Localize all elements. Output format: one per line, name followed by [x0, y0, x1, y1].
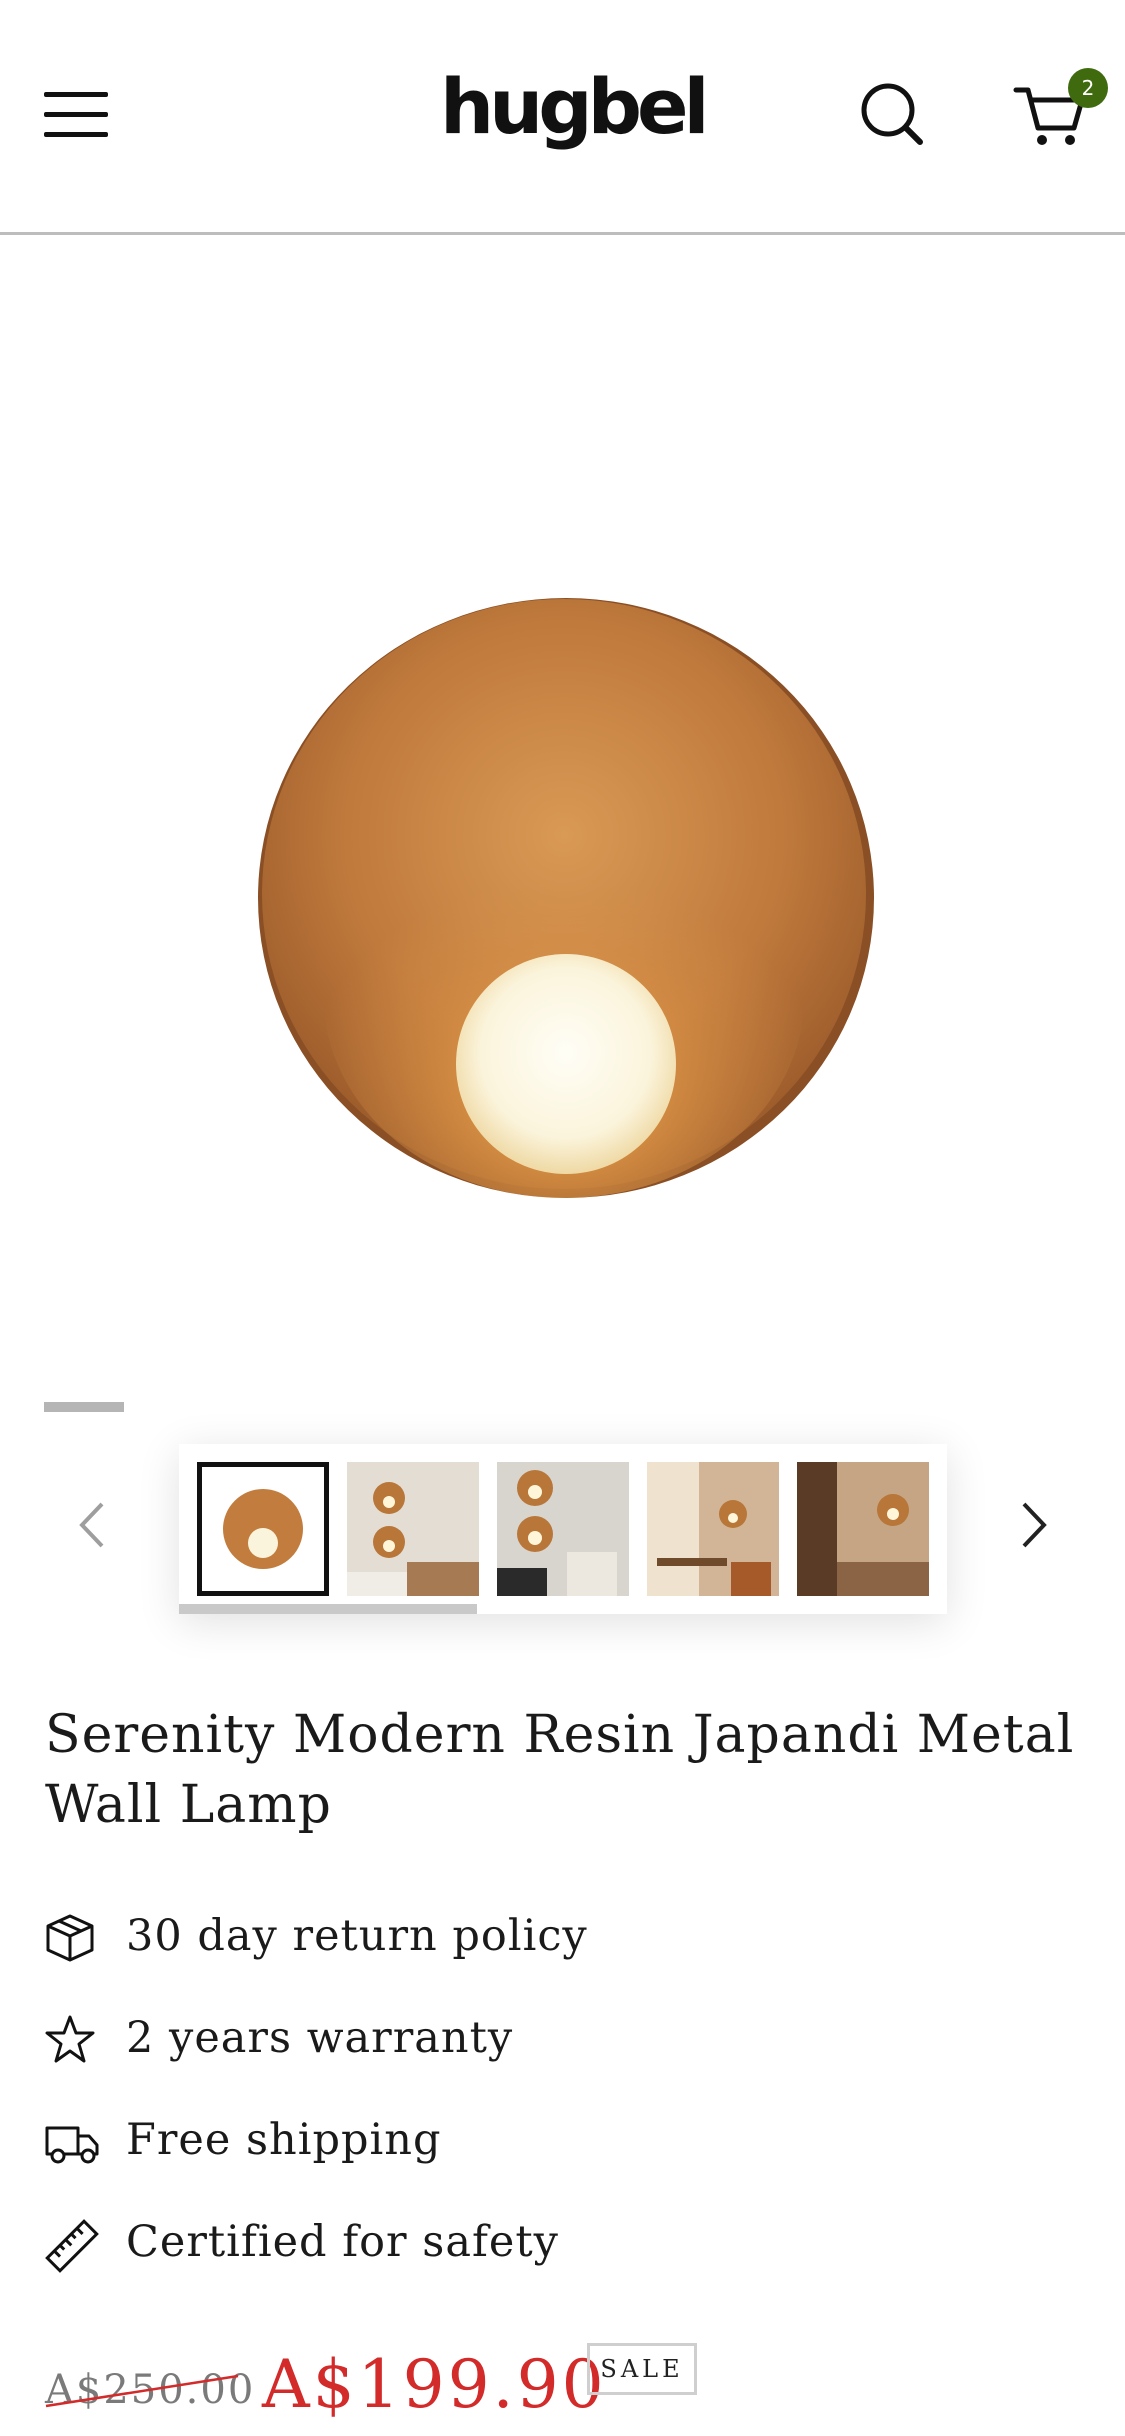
price-strikethrough	[45, 2374, 239, 2408]
feature-label: 30 day return policy	[126, 1911, 588, 1961]
feature-label: 2 years warranty	[126, 2013, 514, 2063]
sale-badge: SALE	[587, 2343, 697, 2395]
thumbnail-strip	[179, 1444, 947, 1614]
slide-indicator	[44, 1402, 124, 1412]
feature-item: Free shipping	[44, 2110, 1084, 2170]
thumbnail-4[interactable]	[647, 1462, 779, 1596]
feature-item: 30 day return policy	[44, 1906, 1084, 1966]
thumbnail-3[interactable]	[497, 1462, 629, 1596]
brand-logo[interactable]: hugbel	[440, 52, 710, 162]
feature-label: Certified for safety	[126, 2217, 559, 2267]
chevron-right-icon[interactable]	[1008, 1500, 1058, 1550]
feature-item: Certified for safety	[44, 2212, 1084, 2273]
cart-count-badge: 2	[1068, 68, 1108, 108]
site-header: hugbel 2	[0, 0, 1125, 235]
feature-item: 2 years warranty	[44, 2008, 1084, 2068]
hamburger-menu-icon[interactable]	[44, 90, 108, 140]
thumbnail-1[interactable]	[197, 1462, 329, 1596]
thumbnail-2[interactable]	[347, 1462, 479, 1596]
chevron-left-icon[interactable]	[68, 1500, 118, 1550]
thumbnail-5[interactable]	[797, 1462, 929, 1596]
ruler-icon	[45, 2219, 99, 2273]
star-icon	[45, 2015, 95, 2063]
sale-price: A$199.90	[262, 2346, 607, 2423]
thumbnail-scrollbar[interactable]	[179, 1604, 477, 1614]
truck-icon	[45, 2126, 99, 2164]
product-title: Serenity Modern Resin Japandi Metal Wall…	[45, 1705, 1075, 1835]
search-icon[interactable]	[858, 78, 928, 148]
box-icon	[46, 1914, 94, 1962]
feature-label: Free shipping	[126, 2115, 442, 2165]
product-main-image[interactable]	[0, 238, 1125, 1388]
